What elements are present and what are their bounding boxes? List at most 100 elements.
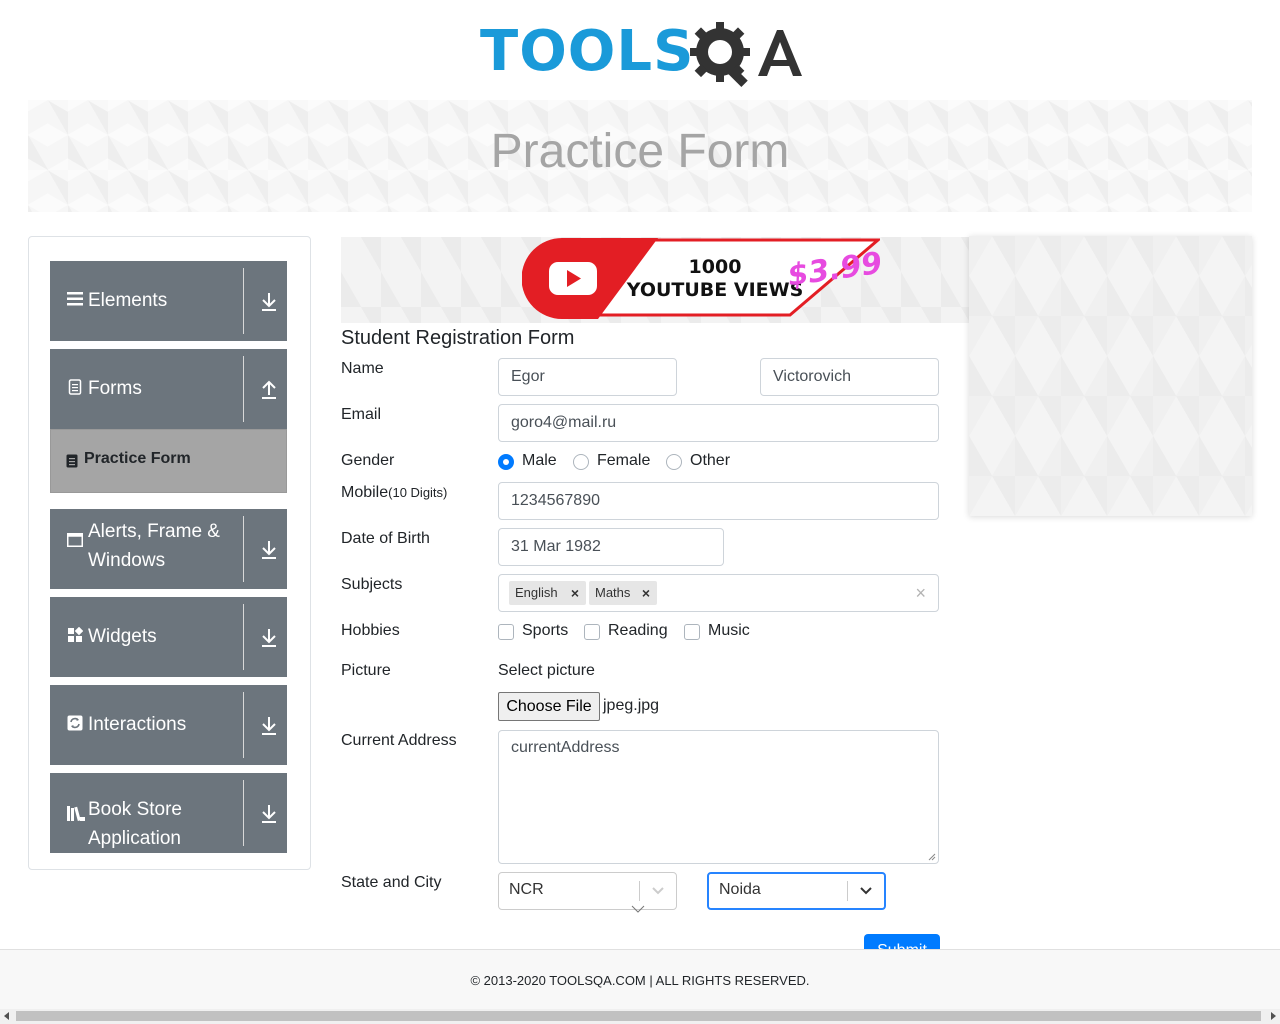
divider bbox=[847, 881, 848, 901]
remove-chip-icon[interactable]: × bbox=[635, 581, 657, 605]
subject-chip-label: Maths bbox=[595, 585, 631, 600]
sidebar-group-interactions[interactable]: Interactions bbox=[50, 685, 287, 765]
page-title: Practice Form bbox=[490, 125, 790, 178]
file-name: jpeg.jpg bbox=[603, 697, 660, 714]
window-icon bbox=[67, 533, 83, 547]
scrollbar-thumb[interactable] bbox=[16, 1011, 1261, 1021]
hobby-sports-label[interactable]: Sports bbox=[522, 622, 568, 640]
city-value: Noida bbox=[719, 881, 761, 898]
hobbies-label: Hobbies bbox=[341, 622, 400, 639]
sidebar-group-book-store[interactable]: Book Store Application bbox=[50, 773, 287, 853]
dob-label: Date of Birth bbox=[341, 530, 430, 547]
menu-icon bbox=[67, 292, 83, 306]
gender-male-radio[interactable] bbox=[498, 454, 514, 470]
subject-chip: English × bbox=[509, 581, 586, 605]
chevron-down-icon bbox=[860, 887, 872, 895]
mobile-hint: (10 Digits) bbox=[388, 485, 448, 500]
address-placeholder: currentAddress bbox=[511, 739, 620, 756]
subject-chip: Maths × bbox=[589, 581, 657, 605]
current-address-textarea[interactable]: currentAddress bbox=[498, 730, 939, 864]
hobby-music-label[interactable]: Music bbox=[708, 622, 750, 640]
mobile-input[interactable]: 1234567890 bbox=[498, 482, 939, 520]
state-city-label: State and City bbox=[341, 874, 442, 891]
current-address-label: Current Address bbox=[341, 732, 457, 749]
download-arrow-icon bbox=[262, 717, 276, 735]
sidebar-group-label: Book Store Application bbox=[88, 799, 182, 849]
gender-other-radio[interactable] bbox=[666, 454, 682, 470]
hobby-sports-checkbox[interactable] bbox=[498, 624, 514, 640]
sidebar-group-forms[interactable]: Forms bbox=[50, 349, 287, 429]
cursor-caret-icon bbox=[631, 905, 645, 913]
chevron-down-icon bbox=[652, 887, 664, 895]
sidebar-group-label: Interactions bbox=[88, 714, 187, 735]
youtube-views-ad[interactable]: 1000 YOUTUBE VIEWS $3.99 bbox=[522, 237, 880, 319]
ad-line2: YOUTUBE VIEWS bbox=[626, 279, 804, 301]
toolsqa-logo[interactable]: TOOLS QA bbox=[480, 14, 805, 92]
form-title: Student Registration Form bbox=[341, 327, 575, 349]
divider bbox=[243, 516, 244, 582]
remove-chip-icon[interactable]: × bbox=[564, 581, 586, 605]
resize-grip-icon[interactable] bbox=[928, 853, 936, 861]
dob-input[interactable]: 31 Mar 1982 bbox=[498, 528, 724, 566]
logo-text-tools: TOOLS bbox=[480, 19, 695, 84]
books-icon bbox=[67, 806, 85, 821]
sidebar-item-practice-form[interactable]: Practice Form bbox=[50, 429, 287, 493]
sidebar-group-label: Forms bbox=[88, 378, 142, 399]
gender-female-radio[interactable] bbox=[573, 454, 589, 470]
choose-file-button[interactable]: Choose File bbox=[498, 692, 600, 721]
sidebar-group-label: Widgets bbox=[88, 626, 157, 647]
email-label: Email bbox=[341, 406, 382, 423]
divider bbox=[243, 780, 244, 846]
scroll-left-icon[interactable] bbox=[4, 1012, 9, 1020]
download-arrow-icon bbox=[262, 293, 276, 311]
gender-female-label[interactable]: Female bbox=[597, 452, 650, 470]
interactions-icon bbox=[67, 715, 83, 731]
city-select[interactable]: Noida bbox=[707, 872, 886, 910]
upload-arrow-icon bbox=[262, 380, 276, 399]
divider bbox=[243, 692, 244, 758]
divider bbox=[639, 881, 640, 901]
divider bbox=[243, 604, 244, 670]
footer: © 2013-2020 TOOLSQA.COM | ALL RIGHTS RES… bbox=[0, 949, 1280, 1009]
left-sidebar: Elements Forms Practice Form Alerts, Fra… bbox=[28, 236, 311, 870]
sidebar-group-elements[interactable]: Elements bbox=[50, 261, 287, 341]
download-arrow-icon bbox=[262, 629, 276, 647]
hobby-music-checkbox[interactable] bbox=[684, 624, 700, 640]
download-arrow-icon bbox=[262, 805, 276, 823]
horizontal-scrollbar[interactable] bbox=[0, 1009, 1280, 1024]
sidebar-group-widgets[interactable]: Widgets bbox=[50, 597, 287, 677]
last-name-input[interactable]: Victorovich bbox=[760, 358, 939, 396]
mobile-label-text: Mobile bbox=[341, 484, 389, 501]
email-input[interactable]: goro4@mail.ru bbox=[498, 404, 939, 442]
sidebar-group-alerts[interactable]: Alerts, Frame & Windows bbox=[50, 509, 287, 589]
subject-chip-label: English bbox=[515, 585, 558, 600]
gender-male-label[interactable]: Male bbox=[522, 452, 557, 470]
hobby-reading-checkbox[interactable] bbox=[584, 624, 600, 640]
divider bbox=[243, 268, 244, 334]
gender-other-label[interactable]: Other bbox=[690, 452, 730, 470]
logo-gear-icon bbox=[690, 22, 802, 88]
scroll-right-icon[interactable] bbox=[1271, 1012, 1276, 1020]
mobile-label: Mobile(10 Digits) bbox=[341, 484, 447, 502]
sidebar-group-label: Alerts, Frame & Windows bbox=[88, 521, 220, 571]
clear-icon[interactable]: × bbox=[915, 583, 926, 603]
right-ad-placeholder bbox=[969, 236, 1252, 516]
state-select[interactable]: NCR bbox=[498, 872, 677, 910]
sidebar-group-label: Elements bbox=[88, 290, 168, 311]
name-label: Name bbox=[341, 360, 384, 377]
hobby-reading-label[interactable]: Reading bbox=[608, 622, 668, 640]
sidebar-item-label: Practice Form bbox=[84, 450, 191, 467]
subjects-input[interactable]: English × Maths × × bbox=[498, 574, 939, 612]
gender-label: Gender bbox=[341, 452, 395, 469]
select-picture-label: Select picture bbox=[498, 662, 595, 679]
picture-label: Picture bbox=[341, 662, 391, 679]
widgets-icon bbox=[68, 627, 83, 642]
footer-copyright: © 2013-2020 TOOLSQA.COM | ALL RIGHTS RES… bbox=[470, 973, 810, 988]
first-name-input[interactable]: Egor bbox=[498, 358, 677, 396]
download-arrow-icon bbox=[262, 541, 276, 559]
divider bbox=[243, 356, 244, 422]
form-icon bbox=[66, 454, 78, 468]
state-value: NCR bbox=[509, 881, 544, 898]
ad-line1: 1000 bbox=[689, 256, 742, 278]
document-icon bbox=[68, 379, 82, 395]
